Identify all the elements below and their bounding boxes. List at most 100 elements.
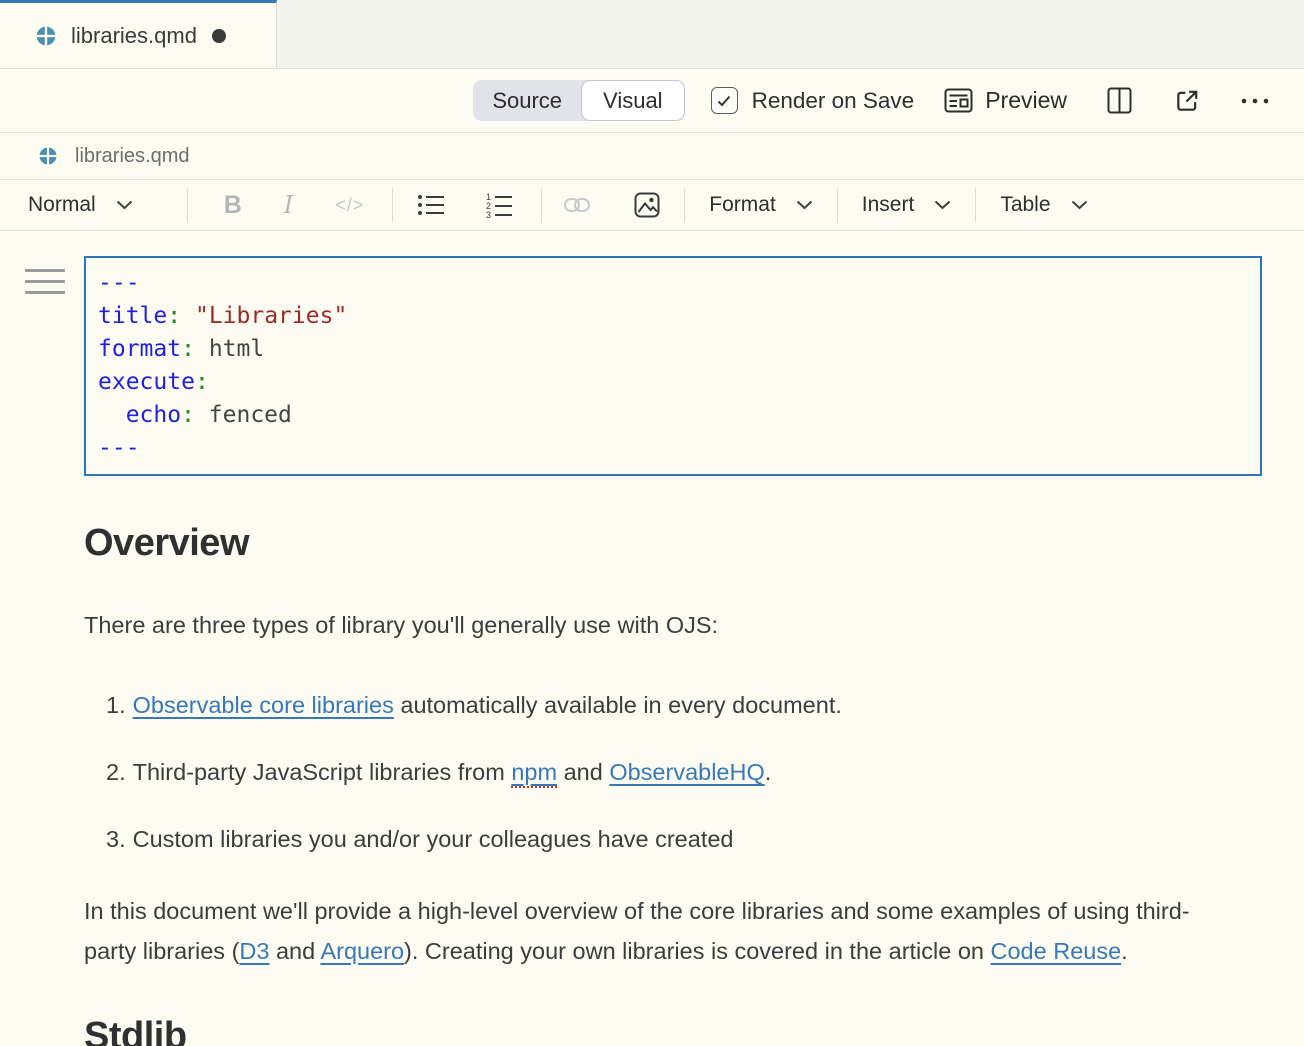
inline-code-button[interactable]: </> [329, 195, 370, 216]
table-menu[interactable]: Table [994, 193, 1093, 217]
yaml-colon: : [195, 369, 209, 395]
toolbar-divider [975, 188, 976, 222]
yaml-value: html [209, 336, 264, 362]
render-on-save-label: Render on Save [752, 88, 915, 114]
toolbar-divider [392, 188, 393, 222]
link-observablehq[interactable]: ObservableHQ [609, 759, 764, 785]
list-item: 3. Custom libraries you and/or your colle… [106, 819, 1236, 859]
format-menu[interactable]: Format [703, 193, 819, 217]
svg-text:3: 3 [486, 210, 491, 218]
unsaved-changes-dot [212, 29, 226, 43]
intro-paragraph: There are three types of library you'll … [84, 605, 1234, 645]
paragraph-text: . [1121, 938, 1128, 964]
breadcrumb: libraries.qmd [0, 133, 1304, 180]
split-editor-icon [1107, 87, 1132, 114]
render-on-save-checkbox[interactable] [711, 87, 738, 114]
list-item-text: Custom libraries you and/or your colleag… [133, 826, 734, 852]
yaml-colon: : [181, 336, 195, 362]
code-icon: </> [335, 195, 364, 216]
numbered-list-icon: 1 2 3 [485, 192, 513, 218]
bullet-list-icon [417, 193, 445, 217]
link-d3[interactable]: D3 [239, 938, 269, 964]
link-npm[interactable]: npm [511, 759, 557, 788]
chevron-down-icon [1071, 200, 1088, 210]
bold-button[interactable]: B [218, 191, 248, 220]
more-options-button[interactable] [1240, 97, 1270, 105]
bold-icon: B [224, 191, 242, 220]
quarto-file-icon [35, 25, 57, 47]
toolbar-divider [837, 188, 838, 222]
chevron-down-icon [934, 200, 951, 210]
paragraph-text: and [269, 938, 320, 964]
insert-link-button[interactable] [558, 197, 596, 213]
yaml-metadata-block[interactable]: --- title: "Libraries" format: html exec… [84, 256, 1262, 476]
document-editor-area[interactable]: --- title: "Libraries" format: html exec… [0, 231, 1304, 1046]
preview-button[interactable]: Preview [944, 87, 1067, 114]
list-item: 1. Observable core libraries automaticall… [106, 685, 1236, 725]
formatting-toolbar: Normal B I </> [0, 180, 1304, 231]
quarto-file-icon [38, 146, 58, 166]
preview-icon [944, 88, 973, 113]
checkmark-icon [716, 94, 732, 108]
open-external-button[interactable] [1174, 88, 1200, 114]
tab-title: libraries.qmd [71, 23, 197, 49]
italic-icon: I [284, 191, 293, 219]
image-icon [634, 192, 660, 218]
paragraph-style-value: Normal [28, 193, 96, 217]
yaml-fence: --- [98, 270, 140, 296]
yaml-value: fenced [209, 402, 292, 428]
bullet-list-button[interactable] [411, 193, 451, 217]
render-on-save-control[interactable]: Render on Save [711, 87, 915, 114]
list-item-text: automatically available in every documen… [394, 692, 842, 718]
yaml-line: --- [98, 267, 1248, 300]
list-item-text: and [557, 759, 609, 785]
yaml-key: title [98, 303, 167, 329]
insert-menu[interactable]: Insert [856, 193, 958, 217]
yaml-colon: : [167, 303, 181, 329]
list-number: 3. [106, 826, 126, 852]
list-item: 2.Third-party JavaScript libraries from … [106, 752, 1236, 792]
preview-label: Preview [985, 87, 1067, 114]
split-editor-button[interactable] [1107, 87, 1132, 114]
ellipsis-icon [1240, 97, 1270, 105]
link-code-reuse[interactable]: Code Reuse [991, 938, 1122, 964]
paragraph-style-dropdown[interactable]: Normal [22, 193, 139, 217]
open-external-icon [1174, 88, 1200, 114]
link-arquero[interactable]: Arquero [320, 938, 404, 964]
link-observable-core-libraries[interactable]: Observable core libraries [133, 692, 394, 718]
list-number: 1. [106, 692, 126, 718]
block-drag-handle-icon[interactable] [25, 269, 65, 302]
yaml-line: format: html [98, 333, 1248, 366]
list-item-text: . [765, 759, 772, 785]
table-menu-label: Table [1000, 193, 1050, 217]
paragraph-text: ). Creating your own libraries is covere… [404, 938, 990, 964]
editor-toolbar: Source Visual Render on Save Pre [0, 69, 1304, 133]
list-item-text: Third-party JavaScript libraries from [133, 759, 512, 785]
body-paragraph: In this document we'll provide a high-le… [84, 891, 1234, 971]
format-menu-label: Format [709, 193, 776, 217]
heading-overview: Overview [84, 522, 1262, 565]
yaml-key: format [98, 336, 181, 362]
yaml-line: --- [98, 432, 1248, 465]
heading-stdlib: Stdlib [84, 1015, 1262, 1046]
yaml-key: execute [98, 369, 195, 395]
numbered-list-button[interactable]: 1 2 3 [479, 192, 519, 218]
insert-menu-label: Insert [862, 193, 915, 217]
tab-libraries-qmd[interactable]: libraries.qmd [0, 0, 277, 68]
visual-mode-button[interactable]: Visual [581, 80, 685, 121]
italic-button[interactable]: I [278, 191, 299, 219]
breadcrumb-filename[interactable]: libraries.qmd [75, 145, 189, 168]
chevron-down-icon [796, 200, 813, 210]
yaml-key: echo [126, 402, 181, 428]
yaml-line: execute: [98, 366, 1248, 399]
link-icon [564, 197, 590, 213]
tab-bar: libraries.qmd [0, 0, 1304, 69]
insert-image-button[interactable] [628, 192, 666, 218]
numbered-list: 1. Observable core libraries automaticall… [84, 685, 1262, 859]
toolbar-divider [187, 188, 188, 222]
yaml-string-value: "Libraries" [195, 303, 347, 329]
yaml-colon: : [181, 402, 195, 428]
yaml-line: echo: fenced [98, 399, 1248, 432]
mode-toggle: Source Visual [473, 80, 684, 121]
source-mode-button[interactable]: Source [473, 80, 581, 121]
